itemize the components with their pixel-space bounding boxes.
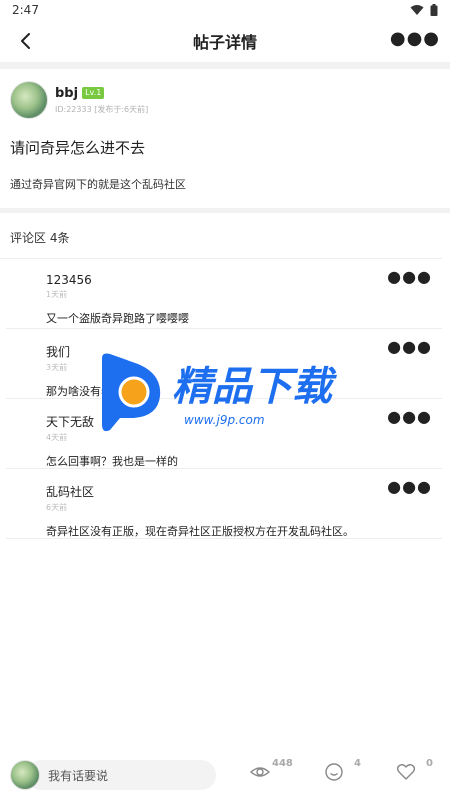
comment-item[interactable]: 我们 3天前 那为啥没有老版本啊 ●●● [6, 329, 442, 399]
likes-count: 0 [426, 758, 433, 769]
wifi-icon [410, 5, 424, 15]
likes-stat[interactable]: 0 [396, 758, 433, 782]
avatar[interactable] [10, 81, 48, 119]
comments-count: 4 [354, 758, 361, 769]
comment-input[interactable]: 我有话要说 [26, 760, 216, 790]
comment-item[interactable]: 天下无敌 4天前 怎么回事啊？我也是一样的 ●●● [6, 399, 442, 469]
post-meta: ID:22333 [发布于:6天前] [55, 104, 149, 114]
comments-header: 评论区 4条 [0, 213, 442, 259]
views-count: 448 [272, 758, 293, 769]
level-badge: Lv.1 [82, 87, 105, 99]
views-stat[interactable]: 448 [250, 758, 293, 782]
comment-text: 又一个盗版奇异跑路了嘤嘤嘤 [46, 312, 189, 325]
eye-icon [250, 767, 270, 777]
divider [0, 62, 450, 69]
comment-more-icon[interactable]: ●●● [387, 409, 432, 425]
status-time: 2:47 [12, 3, 39, 17]
post-card: bbj Lv.1 ID:22333 [发布于:6天前] 请问奇异怎么进不去 通过… [0, 69, 450, 208]
comment-more-icon[interactable]: ●●● [387, 269, 432, 285]
back-icon[interactable] [14, 29, 38, 53]
post-body: 通过奇异官网下的就是这个乱码社区 [10, 178, 186, 191]
more-options-icon[interactable]: ●●● [390, 30, 440, 48]
comment-time: 4天前 [46, 433, 68, 442]
comment-more-icon[interactable]: ●●● [387, 479, 432, 495]
comment-item[interactable]: 123456 1天前 又一个盗版奇异跑路了嘤嘤嘤 ●●● [6, 259, 442, 329]
comments-stat[interactable]: 4 [324, 758, 361, 782]
bottom-bar: 我有话要说 448 4 0 [0, 750, 450, 800]
post-title: 请问奇异怎么进不去 [10, 139, 146, 157]
comment-bubble-icon [325, 763, 343, 781]
comment-time: 1天前 [46, 290, 68, 299]
top-bar: 帖子详情 ●●● [0, 20, 450, 62]
comment-more-icon[interactable]: ●●● [387, 339, 432, 355]
comment-author[interactable]: 天下无敌 [46, 413, 422, 430]
post-author[interactable]: bbj Lv.1 ID:22333 [发布于:6天前] [10, 79, 440, 121]
comment-text: 奇异社区没有正版，现在奇异社区正版授权方在开发乱码社区。 [46, 525, 354, 538]
my-avatar[interactable] [10, 760, 40, 790]
comment-author[interactable]: 我们 [46, 343, 422, 360]
battery-icon [430, 4, 438, 16]
comment-author[interactable]: 乱码社区 [46, 483, 422, 500]
comment-time: 6天前 [46, 503, 68, 512]
comment-text: 那为啥没有老版本啊 [46, 385, 145, 398]
heart-icon [396, 764, 416, 780]
author-name[interactable]: bbj [55, 86, 78, 101]
comment-text: 怎么回事啊？我也是一样的 [46, 455, 178, 468]
status-bar: 2:47 [0, 0, 450, 20]
page-title: 帖子详情 [192, 33, 257, 52]
comment-time: 3天前 [46, 363, 68, 372]
comment-item[interactable]: 乱码社区 6天前 奇异社区没有正版，现在奇异社区正版授权方在开发乱码社区。 ●●… [6, 469, 442, 539]
comment-author[interactable]: 123456 [46, 273, 422, 287]
